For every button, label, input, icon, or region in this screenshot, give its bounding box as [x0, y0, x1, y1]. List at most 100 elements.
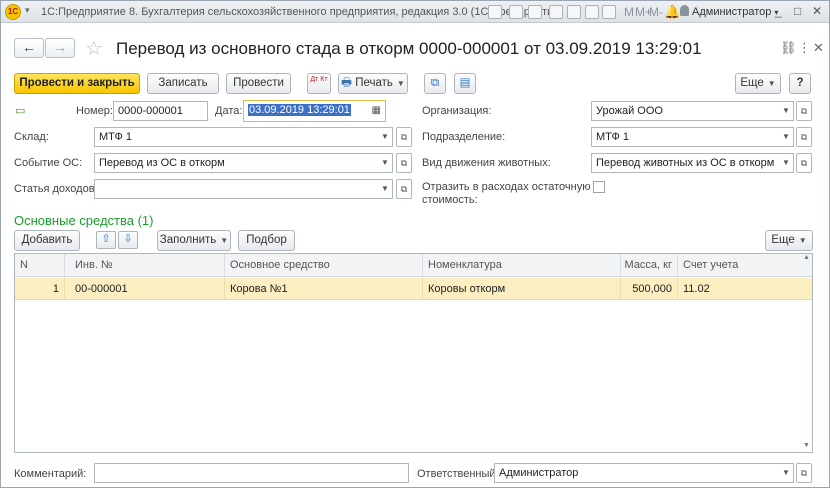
post-button[interactable]: Провести	[226, 73, 291, 94]
movement-field[interactable]: Перевод животных из ОС в откорм ▼	[591, 153, 794, 173]
cell-asset[interactable]: Корова №1	[225, 278, 423, 300]
dept-open-icon[interactable]: ⧉	[796, 127, 812, 147]
print-icon[interactable]	[509, 5, 523, 19]
link-chain-icon[interactable]: ⛓	[780, 40, 797, 56]
calculator-icon[interactable]	[602, 5, 616, 19]
reflect-label-line1: Отразить в расходах остаточную	[422, 181, 591, 193]
responsible-dropdown-icon[interactable]: ▼	[779, 464, 793, 482]
post-and-close-button[interactable]: Провести и закрыть	[14, 73, 140, 94]
comment-field[interactable]	[94, 463, 409, 483]
scroll-down-icon[interactable]: ▼	[803, 442, 810, 449]
warehouse-open-icon[interactable]: ⧉	[396, 127, 412, 147]
warehouse-value: МТФ 1	[99, 131, 133, 143]
pick-button[interactable]: Подбор	[238, 230, 295, 251]
menu-dots-icon[interactable]: ⋮	[798, 40, 811, 56]
move-up-icon[interactable]: ⇧	[96, 231, 116, 249]
table-more-button[interactable]: Еще ▼	[765, 230, 813, 251]
calendar-picker-icon[interactable]: ▦	[372, 102, 381, 120]
close-window-icon[interactable]: ✕	[812, 4, 822, 18]
responsible-value: Администратор	[499, 467, 579, 479]
calendar-icon[interactable]	[585, 5, 599, 19]
table-more-dropdown-icon: ▼	[798, 236, 807, 245]
maximize-icon[interactable]: □	[794, 4, 801, 18]
org-open-icon[interactable]: ⧉	[796, 101, 812, 121]
income-label: Статья доходов:	[14, 183, 98, 195]
reflect-label-line2: стоимость:	[422, 194, 478, 206]
assets-table[interactable]: N Инв. № Основное средство Номенклатура …	[14, 253, 813, 453]
org-dropdown-icon[interactable]: ▼	[779, 102, 793, 120]
favorite-star-icon[interactable]: ☆	[85, 36, 103, 61]
help-button[interactable]: ?	[789, 73, 811, 94]
responsible-open-icon[interactable]: ⧉	[796, 463, 812, 483]
responsible-field[interactable]: Администратор ▼	[494, 463, 794, 483]
movement-value: Перевод животных из ОС в откорм	[596, 157, 775, 169]
column-header-account[interactable]: Счет учета	[678, 254, 812, 277]
event-open-icon[interactable]: ⧉	[396, 153, 412, 173]
date-field[interactable]: 03.09.2019 13:29:01 ▦	[243, 100, 386, 122]
save-icon[interactable]	[528, 5, 542, 19]
write-button[interactable]: Записать	[147, 73, 219, 94]
column-header-n[interactable]: N	[15, 254, 65, 277]
dept-dropdown-icon[interactable]: ▼	[779, 128, 793, 146]
warehouse-field[interactable]: МТФ 1 ▼	[94, 127, 393, 147]
section-title: Основные средства (1)	[14, 213, 154, 228]
event-value: Перевод из ОС в откорм	[99, 157, 225, 169]
bell-icon[interactable]: 🔔	[664, 4, 680, 20]
column-header-mass[interactable]: Масса, кг	[621, 254, 678, 277]
reflect-checkbox[interactable]	[593, 181, 605, 193]
comment-label: Комментарий:	[14, 468, 87, 480]
income-dropdown-icon[interactable]: ▼	[378, 180, 392, 198]
scroll-up-icon[interactable]: ▲	[803, 254, 810, 261]
movement-open-icon[interactable]: ⧉	[796, 153, 812, 173]
date-label: Дата:	[215, 105, 243, 117]
move-down-icon[interactable]: ⇩	[118, 231, 138, 249]
movement-label: Вид движения животных:	[422, 157, 551, 169]
fill-label: Заполнить	[159, 234, 217, 246]
dt-kt-button[interactable]: Дт Кт	[307, 73, 331, 94]
fill-button[interactable]: Заполнить ▼	[157, 230, 231, 251]
close-form-icon[interactable]: ✕	[813, 40, 824, 56]
cell-nomenclature[interactable]: Коровы откорм	[423, 278, 621, 300]
cell-n[interactable]: 1	[15, 278, 65, 300]
warehouse-dropdown-icon[interactable]: ▼	[378, 128, 392, 146]
table-row[interactable]: 1 00-000001 Корова №1 Коровы откорм 500,…	[15, 278, 812, 300]
column-header-nomenclature[interactable]: Номенклатура	[423, 254, 621, 277]
table-header: N Инв. № Основное средство Номенклатура …	[15, 254, 812, 277]
dept-field[interactable]: МТФ 1 ▼	[591, 127, 794, 147]
document-window: 1С ▾ 1С:Предприятие 8. Бухгалтерия сельс…	[0, 0, 830, 488]
income-field[interactable]: ▼	[94, 179, 393, 199]
event-dropdown-icon[interactable]: ▼	[378, 154, 392, 172]
org-value: Урожай ООО	[596, 105, 663, 117]
cell-mass[interactable]: 500,000	[621, 278, 678, 300]
org-label: Организация:	[422, 105, 492, 117]
number-field[interactable]: 0000-000001	[113, 101, 208, 121]
column-header-asset[interactable]: Основное средство	[225, 254, 423, 277]
column-header-inv[interactable]: Инв. №	[65, 254, 225, 277]
org-field[interactable]: Урожай ООО ▼	[591, 101, 794, 121]
income-open-icon[interactable]: ⧉	[396, 179, 412, 199]
forward-icon[interactable]: →	[45, 38, 75, 58]
user-menu[interactable]: Администратор ▾	[680, 5, 778, 18]
print-button[interactable]: 🖶 Печать ▼	[338, 73, 408, 94]
event-field[interactable]: Перевод из ОС в откорм ▼	[94, 153, 393, 173]
structure-icon[interactable]: ⧉	[424, 73, 446, 94]
app-menu-chevron-icon[interactable]: ▾	[25, 5, 30, 16]
memory-m-button[interactable]: M	[624, 5, 634, 19]
minimize-icon[interactable]: _	[775, 4, 782, 18]
report-icon[interactable]: ▤	[454, 73, 476, 94]
cell-inv[interactable]: 00-000001	[65, 278, 225, 300]
cell-account[interactable]: 11.02	[678, 278, 812, 300]
doc-status-icon: ▭	[15, 105, 26, 117]
more-button[interactable]: Еще ▼	[735, 73, 781, 94]
page-title: Перевод из основного стада в откорм 0000…	[116, 39, 702, 58]
memory-minus-button[interactable]: M-	[649, 5, 663, 19]
add-row-button[interactable]: Добавить	[14, 230, 80, 251]
link-icon[interactable]	[549, 5, 563, 19]
back-icon[interactable]: ←	[14, 38, 44, 58]
dept-value: МТФ 1	[596, 131, 630, 143]
warehouse-label: Склад:	[14, 131, 49, 143]
table-icon[interactable]	[567, 5, 581, 19]
movement-dropdown-icon[interactable]: ▼	[779, 154, 793, 172]
app-logo-icon[interactable]: 1С	[5, 4, 21, 20]
grid-icon[interactable]	[488, 5, 502, 19]
